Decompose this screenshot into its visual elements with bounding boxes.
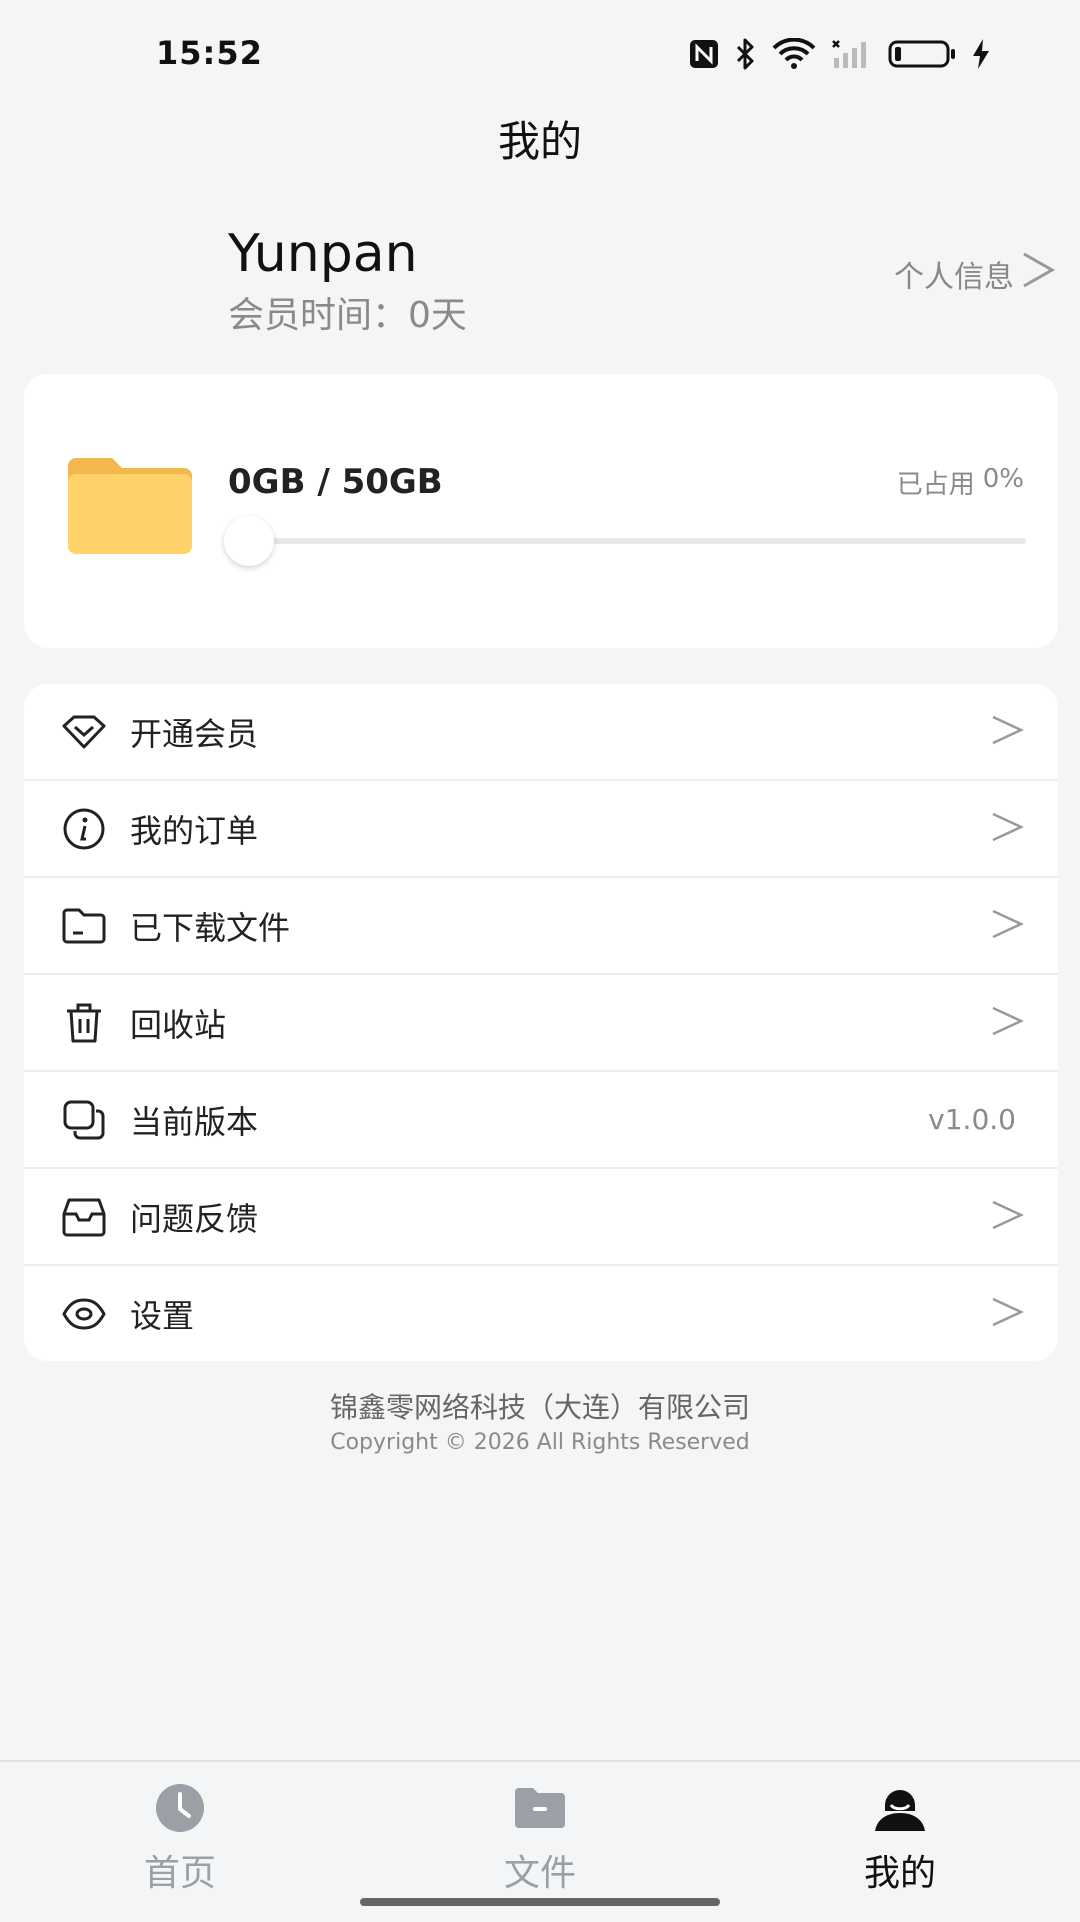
chevron-right-icon	[990, 1004, 1024, 1042]
diamond-icon	[60, 708, 108, 756]
chevron-right-icon	[990, 1295, 1024, 1333]
menu-item-settings[interactable]: 设置	[24, 1266, 1058, 1361]
storage-progress-bar	[224, 516, 1026, 566]
chevron-right-icon	[990, 1198, 1024, 1236]
user-icon	[780, 1778, 1020, 1838]
nav-mine-label: 我的	[863, 1853, 936, 1894]
wifi-icon	[772, 38, 816, 70]
member-time: 会员时间： 0天	[228, 286, 467, 338]
clock-icon	[60, 1778, 300, 1838]
member-time-value: 0天	[408, 295, 467, 336]
menu-label-vip: 开通会员	[130, 714, 259, 753]
member-time-label: 会员时间：	[228, 295, 409, 336]
menu-item-downloads[interactable]: 已下载文件	[24, 878, 1058, 975]
menu-label-version: 当前版本	[130, 1102, 259, 1141]
charging-icon	[970, 38, 992, 70]
profile-name: Yunpan	[228, 224, 418, 284]
signal-icon	[830, 38, 874, 70]
menu-list: 开通会员 我的订单 已下载文件 回收站 当前版本 v1.0.0 问题反馈 设置	[24, 684, 1058, 1361]
nav-files-label: 文件	[503, 1853, 576, 1894]
chevron-right-icon	[990, 713, 1024, 751]
folder-outline-icon	[60, 902, 108, 950]
nfc-icon	[688, 38, 720, 70]
menu-label-downloads: 已下载文件	[130, 908, 291, 947]
company-name: 锦鑫零网络科技（大连）有限公司	[329, 1391, 750, 1424]
nav-mine[interactable]: 我的	[780, 1778, 1020, 1896]
menu-item-trash[interactable]: 回收站	[24, 975, 1058, 1072]
nav-files[interactable]: 文件	[420, 1778, 660, 1896]
copy-icon	[60, 1096, 108, 1144]
menu-item-feedback[interactable]: 问题反馈	[24, 1169, 1058, 1266]
storage-card: 0GB / 50GB 已占用 0%	[24, 374, 1058, 648]
storage-used-percent: 0%	[982, 464, 1024, 494]
storage-used: 已占用 0%	[897, 464, 1024, 501]
personal-info-link[interactable]: 个人信息	[894, 250, 1056, 298]
menu-item-version: 当前版本 v1.0.0	[24, 1072, 1058, 1169]
status-icons	[688, 36, 992, 72]
menu-label-trash: 回收站	[130, 1005, 227, 1044]
eye-icon	[60, 1290, 108, 1338]
folder-icon	[420, 1778, 660, 1838]
menu-label-feedback: 问题反馈	[130, 1199, 259, 1238]
nav-home[interactable]: 首页	[60, 1778, 300, 1896]
storage-used-label: 已占用	[896, 470, 975, 500]
folder-icon	[64, 456, 196, 560]
chevron-right-icon	[990, 810, 1024, 848]
chevron-right-icon	[1020, 250, 1056, 298]
bluetooth-icon	[734, 37, 758, 71]
menu-label-settings: 设置	[130, 1296, 195, 1335]
nav-home-label: 首页	[143, 1853, 216, 1894]
personal-info-label: 个人信息	[894, 260, 1014, 295]
inbox-icon	[60, 1193, 108, 1241]
storage-amount: 0GB / 50GB	[228, 462, 443, 502]
menu-label-orders: 我的订单	[130, 811, 259, 850]
menu-item-orders[interactable]: 我的订单	[24, 781, 1058, 878]
storage-progress-knob	[224, 516, 274, 566]
version-value: v1.0.0	[928, 1103, 1016, 1136]
trash-icon	[60, 999, 108, 1047]
chevron-right-icon	[990, 907, 1024, 945]
status-time: 15:52	[156, 34, 263, 72]
menu-item-vip[interactable]: 开通会员	[24, 684, 1058, 781]
copyright: Copyright © 2026 All Rights Reserved	[330, 1430, 750, 1455]
home-indicator[interactable]	[360, 1898, 720, 1906]
status-bar: 15:52	[0, 0, 1080, 110]
battery-icon	[888, 39, 956, 69]
page-title: 我的	[497, 117, 582, 166]
info-icon	[60, 805, 108, 853]
